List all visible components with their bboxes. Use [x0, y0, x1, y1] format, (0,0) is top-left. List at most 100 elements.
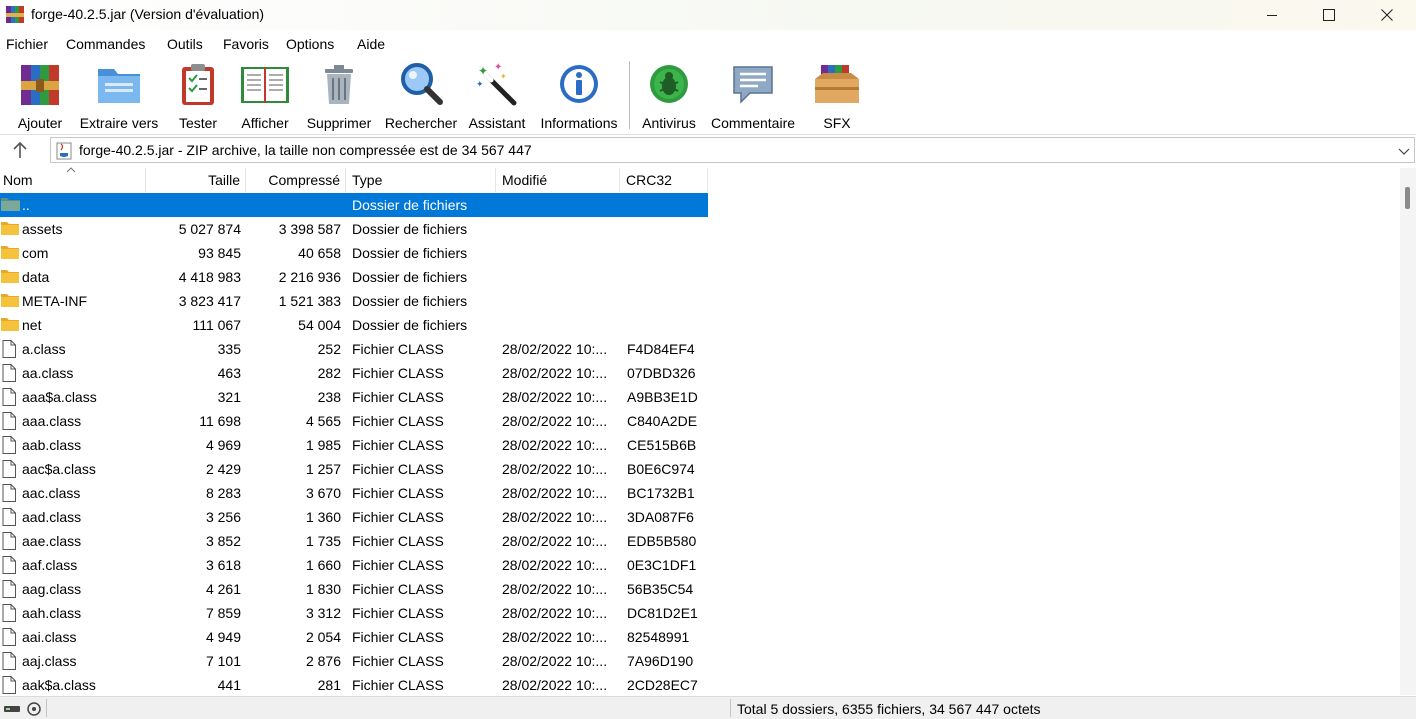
column-name[interactable]: Nom — [0, 167, 146, 192]
file-icon — [1, 580, 17, 601]
table-row[interactable]: aah.class 7 859 3 312 Fichier CLASS 28/02/20… — [0, 601, 708, 625]
table-row[interactable]: aae.class 3 852 1 735 Fichier CLASS 28/02/20… — [0, 529, 708, 553]
menu-favoris[interactable]: Favoris — [223, 36, 269, 52]
sfx-button[interactable]: SFX — [810, 61, 864, 133]
info-label: Informations — [540, 115, 618, 131]
menu-fichier[interactable]: Fichier — [6, 36, 48, 52]
table-row[interactable]: aa.class 463 282 Fichier CLASS 28/02/2022 10… — [0, 361, 708, 385]
jar-file-icon — [55, 142, 73, 163]
cell-name: aaa.class — [22, 413, 82, 429]
cell-size: 3 852 — [205, 533, 241, 549]
table-row[interactable]: aaa$a.class 321 238 Fichier CLASS 28/02/2022… — [0, 385, 708, 409]
cell-crc32: EDB5B580 — [627, 533, 697, 549]
cell-modified: 28/02/2022 10:... — [502, 653, 608, 669]
cell-size: 441 — [217, 677, 241, 693]
table-row[interactable]: assets 5 027 874 3 398 587 Dossier de fichi… — [0, 217, 708, 241]
table-row[interactable]: aaj.class 7 101 2 876 Fichier CLASS 28/02/20… — [0, 649, 708, 673]
winrar-app-icon[interactable] — [6, 5, 24, 24]
cell-packed: 252 — [317, 341, 341, 357]
sfx-label: SFX — [823, 115, 851, 131]
view-button[interactable]: Afficher — [236, 61, 294, 133]
cell-type: Fichier CLASS — [352, 341, 444, 357]
sfx-box-icon — [815, 65, 859, 103]
table-row[interactable]: aaa.class 11 698 4 565 Fichier CLASS 28/02/2… — [0, 409, 708, 433]
wizard-label: Assistant — [468, 115, 526, 131]
cell-modified: 28/02/2022 10:... — [502, 389, 608, 405]
window-title: forge-40.2.5.jar (Version d'évaluation) — [31, 6, 265, 22]
parent-folder-row[interactable]: .. Dossier de fichiers — [0, 193, 708, 217]
drive-icon[interactable] — [3, 700, 43, 719]
cell-type: Fichier CLASS — [352, 485, 444, 501]
menu-aide[interactable]: Aide — [357, 36, 385, 52]
svg-text:✦: ✦ — [478, 64, 488, 78]
cell-name: aaa$a.class — [22, 389, 97, 405]
status-summary: Total 5 dossiers, 6355 fichiers, 34 567 … — [737, 701, 1041, 717]
extract-to-button[interactable]: Extraire vers — [78, 61, 160, 133]
column-crc32[interactable]: CRC32 — [620, 168, 708, 192]
column-modified[interactable]: Modifié — [496, 168, 620, 192]
cell-size: 4 949 — [205, 629, 241, 645]
file-icon — [1, 652, 17, 673]
table-row[interactable]: META-INF 3 823 417 1 521 383 Dossier de fic… — [0, 289, 708, 313]
menu-options[interactable]: Options — [286, 36, 334, 52]
table-row[interactable]: aac$a.class 2 429 1 257 Fichier CLASS 28/02/… — [0, 457, 708, 481]
trash-can-icon — [325, 65, 353, 104]
table-row[interactable]: aak$a.class 441 281 Fichier CLASS 28/02/2022… — [0, 673, 708, 697]
file-icon — [1, 532, 17, 553]
close-button[interactable] — [1358, 0, 1416, 30]
cell-crc32: 82548991 — [627, 629, 690, 645]
add-button[interactable]: Ajouter — [8, 61, 72, 133]
table-row[interactable]: aaf.class 3 618 1 660 Fichier CLASS 28/02/20… — [0, 553, 708, 577]
table-row[interactable]: net 111 067 54 004 Dossier de fichiers — [0, 313, 708, 337]
cell-size: 321 — [217, 389, 241, 405]
table-row[interactable]: a.class 335 252 Fichier CLASS 28/02/2022 10:… — [0, 337, 708, 361]
cell-type: Fichier CLASS — [352, 677, 444, 693]
table-row[interactable]: aac.class 8 283 3 670 Fichier CLASS 28/02/20… — [0, 481, 708, 505]
file-icon — [1, 604, 17, 625]
wizard-button[interactable]: ✦ ✦ ✦ ✦ Assistant — [466, 61, 528, 133]
cell-modified: 28/02/2022 10:... — [502, 557, 608, 573]
title-bar: forge-40.2.5.jar (Version d'évaluation) — [0, 0, 1416, 30]
delete-button[interactable]: Supprimer — [303, 61, 375, 133]
cell-size: 4 969 — [205, 437, 241, 453]
wizard-wand-icon: ✦ ✦ ✦ ✦ — [476, 62, 517, 106]
column-type[interactable]: Type — [346, 168, 496, 192]
cell-modified: 28/02/2022 10:... — [502, 509, 608, 525]
cell-type: Fichier CLASS — [352, 605, 444, 621]
table-row[interactable]: aab.class 4 969 1 985 Fichier CLASS 28/02/20… — [0, 433, 708, 457]
cell-name: aad.class — [22, 509, 82, 525]
antivirus-button[interactable]: Antivirus — [638, 61, 700, 133]
parent-folder-icon — [1, 196, 21, 215]
cell-size: 7 101 — [205, 653, 241, 669]
status-bar: Total 5 dossiers, 6355 fichiers, 34 567 … — [0, 696, 1416, 719]
up-folder-button[interactable] — [10, 140, 30, 160]
table-row[interactable]: data 4 418 983 2 216 936 Dossier de fichier… — [0, 265, 708, 289]
address-field[interactable]: forge-40.2.5.jar - ZIP archive, la taill… — [50, 137, 1415, 163]
scrollbar-thumb[interactable] — [1405, 187, 1410, 209]
table-row[interactable]: aai.class 4 949 2 054 Fichier CLASS 28/02/20… — [0, 625, 708, 649]
table-row[interactable]: aad.class 3 256 1 360 Fichier CLASS 28/02/20… — [0, 505, 708, 529]
table-row[interactable]: aag.class 4 261 1 830 Fichier CLASS 28/02/20… — [0, 577, 708, 601]
search-button[interactable]: Rechercher — [383, 61, 459, 133]
antivirus-label: Antivirus — [642, 115, 696, 131]
column-size[interactable]: Taille — [146, 168, 246, 192]
cell-type: Dossier de fichiers — [352, 293, 468, 309]
column-packed-label: Compressé — [268, 172, 340, 188]
table-row[interactable]: com 93 845 40 658 Dossier de fichiers — [0, 241, 708, 265]
info-icon — [560, 65, 598, 103]
menu-commandes[interactable]: Commandes — [66, 36, 145, 52]
test-button[interactable]: Tester — [172, 61, 224, 133]
info-button[interactable]: Informations — [535, 61, 623, 133]
column-packed[interactable]: Compressé — [246, 168, 346, 192]
chevron-down-icon[interactable] — [1398, 144, 1410, 160]
comment-button[interactable]: Commentaire — [706, 61, 800, 133]
maximize-button[interactable] — [1300, 0, 1358, 30]
vertical-scrollbar[interactable] — [1400, 168, 1416, 695]
search-label: Rechercher — [384, 115, 458, 131]
file-icon — [1, 388, 17, 409]
menu-outils[interactable]: Outils — [167, 36, 203, 52]
minimize-button[interactable] — [1243, 0, 1301, 30]
cell-packed: 1 660 — [305, 557, 341, 573]
cell-name: .. — [22, 197, 30, 213]
cell-modified: 28/02/2022 10:... — [502, 413, 608, 429]
